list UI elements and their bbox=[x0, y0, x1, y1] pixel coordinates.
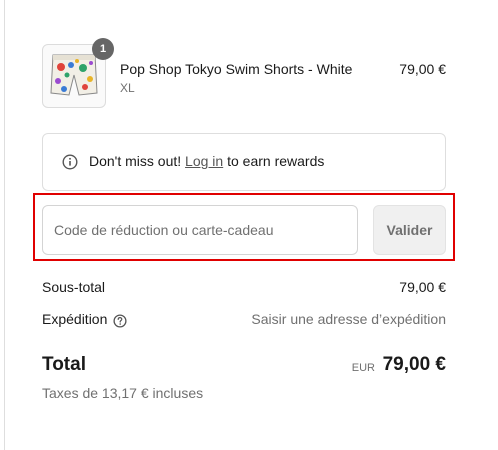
login-link[interactable]: Log in bbox=[185, 153, 223, 169]
total-currency: EUR bbox=[351, 362, 375, 374]
product-price: 79,00 € bbox=[399, 61, 446, 77]
rewards-notice-text: Don't miss out! Log in to earn rewards bbox=[89, 153, 324, 169]
shipping-label: Expédition bbox=[42, 311, 108, 327]
rewards-notice: Don't miss out! Log in to earn rewards bbox=[42, 133, 446, 191]
rewards-suffix: to earn rewards bbox=[227, 153, 325, 169]
rewards-prefix: Don't miss out! bbox=[89, 153, 182, 169]
product-variant: XL bbox=[120, 81, 135, 95]
quantity-badge: 1 bbox=[92, 38, 114, 60]
taxes-note: Taxes de 13,17 € incluses bbox=[42, 385, 204, 401]
discount-code-input[interactable] bbox=[42, 205, 358, 255]
subtotal-row: Sous-total 79,00 € bbox=[42, 279, 446, 299]
apply-discount-button[interactable]: Valider bbox=[373, 205, 446, 255]
swim-shorts-image bbox=[50, 54, 98, 96]
product-name: Pop Shop Tokyo Swim Shorts - White bbox=[120, 61, 353, 77]
product-thumbnail: 1 bbox=[42, 38, 114, 108]
total-row: Total EUR 79,00 € bbox=[42, 353, 446, 379]
shipping-value: Saisir une adresse d’expédition bbox=[251, 311, 446, 327]
cart-line-item: 1 Pop Shop Tokyo Swim Shorts - White XL … bbox=[42, 38, 446, 110]
shipping-row: Expédition Saisir une adresse d’expéditi… bbox=[42, 311, 446, 331]
subtotal-value: 79,00 € bbox=[399, 279, 446, 295]
total-label: Total bbox=[42, 354, 86, 375]
info-icon bbox=[62, 154, 78, 170]
subtotal-label: Sous-total bbox=[42, 279, 106, 295]
total-amount: 79,00 € bbox=[382, 354, 446, 375]
help-circle-icon[interactable] bbox=[113, 314, 127, 328]
panel-divider bbox=[4, 0, 5, 450]
